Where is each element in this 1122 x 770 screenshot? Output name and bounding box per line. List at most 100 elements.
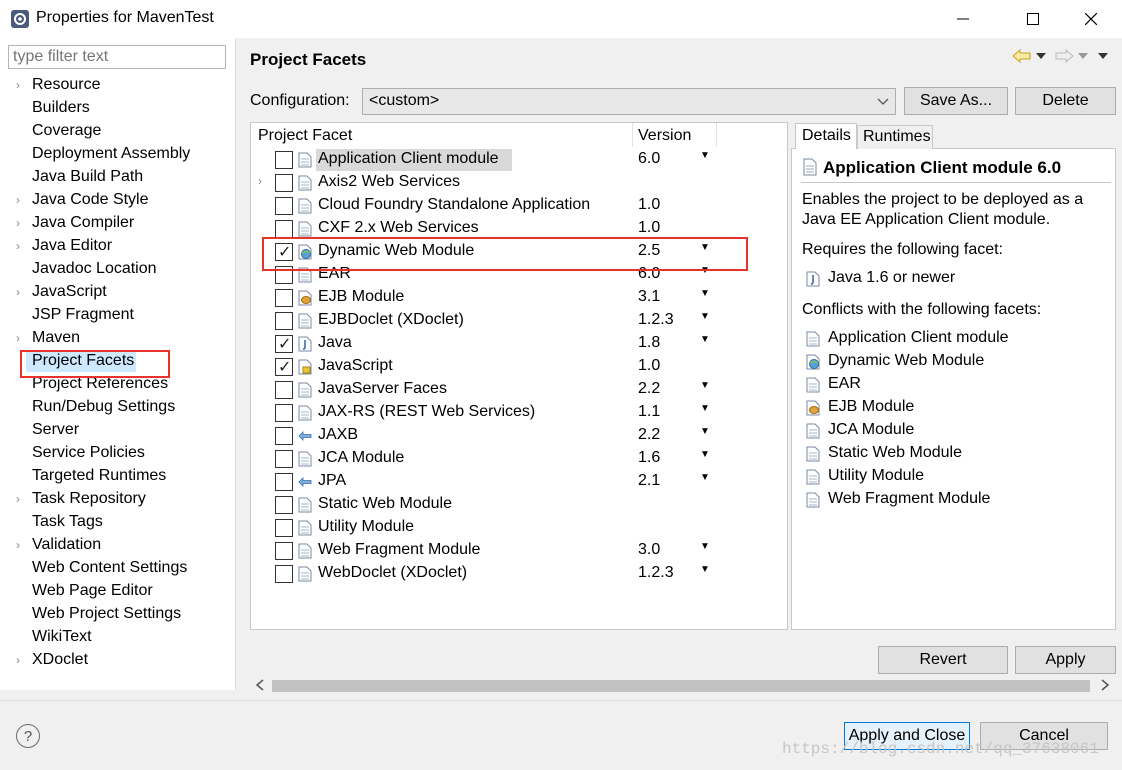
version-dropdown-icon[interactable]: ▼ [700, 311, 710, 322]
java-icon [806, 271, 820, 287]
revert-button[interactable]: Revert [878, 646, 1008, 674]
facet-name: Cloud Foundry Standalone Application [318, 196, 591, 213]
facet-checkbox[interactable] [275, 565, 293, 583]
version-dropdown-icon[interactable]: ▼ [700, 541, 710, 552]
nav-item-resource[interactable]: › Resource [16, 74, 100, 96]
facet-icon-wrap [298, 451, 312, 467]
facet-checkbox[interactable] [275, 151, 293, 169]
facet-checkbox[interactable] [275, 404, 293, 422]
facet-icon-wrap [806, 377, 820, 393]
minimize-button[interactable] [940, 0, 986, 38]
nav-item-label: Web Project Settings [32, 605, 182, 622]
facet-version: 1.6 [638, 449, 661, 466]
configuration-select[interactable]: <custom> [362, 88, 896, 115]
back-menu-chevron-icon[interactable] [1036, 52, 1046, 60]
version-dropdown-icon[interactable]: ▼ [700, 449, 710, 460]
delete-button[interactable]: Delete [1015, 87, 1116, 115]
forward-menu-chevron-icon[interactable] [1078, 52, 1088, 60]
tab-details[interactable]: Details [795, 123, 857, 149]
page-icon [298, 520, 312, 536]
expand-chevron-icon[interactable]: › [258, 174, 262, 188]
facet-checkbox[interactable] [275, 427, 293, 445]
page-icon [298, 313, 312, 329]
close-button[interactable] [1068, 0, 1114, 38]
bean-icon [806, 400, 820, 416]
facet-version: 2.1 [638, 472, 661, 489]
nav-item-label: Coverage [32, 122, 102, 139]
expand-chevron-icon[interactable]: › [16, 74, 20, 96]
facet-name: JavaScript [318, 357, 393, 374]
page-icon [803, 158, 817, 176]
facet-checkbox[interactable] [275, 381, 293, 399]
facet-name: JCA Module [318, 449, 405, 466]
apply-button[interactable]: Apply [1015, 646, 1116, 674]
facet-icon-wrap [806, 400, 820, 416]
help-icon[interactable]: ? [16, 724, 40, 748]
facet-version: 3.1 [638, 288, 661, 305]
tab-runtimes[interactable]: Runtimes [857, 125, 933, 149]
facet-icon-wrap [298, 520, 312, 536]
bean-icon [298, 290, 312, 306]
scroll-right-icon[interactable] [1100, 679, 1110, 691]
page-icon [298, 543, 312, 559]
facet-version: 1.1 [638, 403, 661, 420]
version-dropdown-icon[interactable]: ▼ [700, 403, 710, 414]
configuration-label: Configuration: [250, 92, 350, 109]
expand-chevron-icon[interactable]: › [16, 649, 20, 671]
close-icon [1085, 13, 1097, 25]
facet-checkbox[interactable] [275, 334, 293, 354]
facet-checkbox[interactable] [275, 542, 293, 560]
facet-icon-wrap [298, 497, 312, 513]
page-icon [806, 446, 820, 462]
maximize-button[interactable] [1010, 0, 1056, 38]
facet-name: Java [318, 334, 352, 351]
version-dropdown-icon[interactable]: ▼ [700, 426, 710, 437]
facet-checkbox[interactable] [275, 197, 293, 215]
nav-item-web-project-settings[interactable]: Web Project Settings [32, 603, 181, 625]
facet-checkbox[interactable] [275, 450, 293, 468]
version-dropdown-icon[interactable]: ▼ [700, 564, 710, 575]
filter-input[interactable] [8, 45, 226, 69]
facet-checkbox[interactable] [275, 519, 293, 537]
facet-checkbox[interactable] [275, 357, 293, 377]
chevron-down-icon [877, 98, 889, 105]
facet-icon-wrap [298, 313, 312, 329]
forward-arrow-icon[interactable] [1054, 48, 1074, 64]
version-dropdown-icon[interactable]: ▼ [700, 380, 710, 391]
save-as-button[interactable]: Save As... [904, 87, 1008, 115]
facet-checkbox[interactable] [275, 473, 293, 491]
nav-item-wikitext[interactable]: WikiText [32, 626, 92, 648]
facet-checkbox[interactable] [275, 174, 293, 192]
nav-item-coverage[interactable]: Coverage [32, 120, 101, 142]
version-dropdown-icon[interactable]: ▼ [700, 334, 710, 345]
view-menu-icon[interactable] [1098, 52, 1108, 60]
facet-icon-wrap [298, 152, 312, 168]
facet-version: 1.2.3 [638, 564, 674, 581]
nav-item-xdoclet[interactable]: › XDoclet [16, 649, 88, 671]
facet-name: Utility Module [318, 518, 415, 535]
facet-list-label: Static Web Module [828, 444, 962, 461]
facet-checkbox[interactable] [275, 496, 293, 514]
facet-checkbox[interactable] [275, 289, 293, 307]
facet-icon-wrap [298, 474, 312, 490]
version-dropdown-icon[interactable]: ▼ [700, 472, 710, 483]
page-icon [298, 451, 312, 467]
version-dropdown-icon[interactable]: ▼ [700, 150, 710, 161]
column-header-version[interactable]: Version [638, 127, 691, 145]
nav-item-builders[interactable]: Builders [32, 97, 90, 119]
page-icon [298, 198, 312, 214]
facet-name: Static Web Module [318, 495, 452, 512]
details-separator [801, 182, 1111, 183]
scroll-left-icon[interactable] [255, 679, 265, 691]
facet-checkbox[interactable] [275, 312, 293, 330]
facet-list-label: JCA Module [828, 421, 915, 438]
back-arrow-icon[interactable] [1012, 48, 1032, 64]
facet-icon-wrap [806, 354, 820, 370]
column-header-facet[interactable]: Project Facet [258, 127, 352, 145]
scrollbar-thumb[interactable] [272, 680, 1090, 692]
js-icon [298, 359, 312, 375]
facet-list-label: Java 1.6 or newer [828, 269, 956, 286]
bottom-separator [0, 700, 1122, 701]
version-dropdown-icon[interactable]: ▼ [700, 288, 710, 299]
facet-checkbox[interactable] [275, 220, 293, 238]
